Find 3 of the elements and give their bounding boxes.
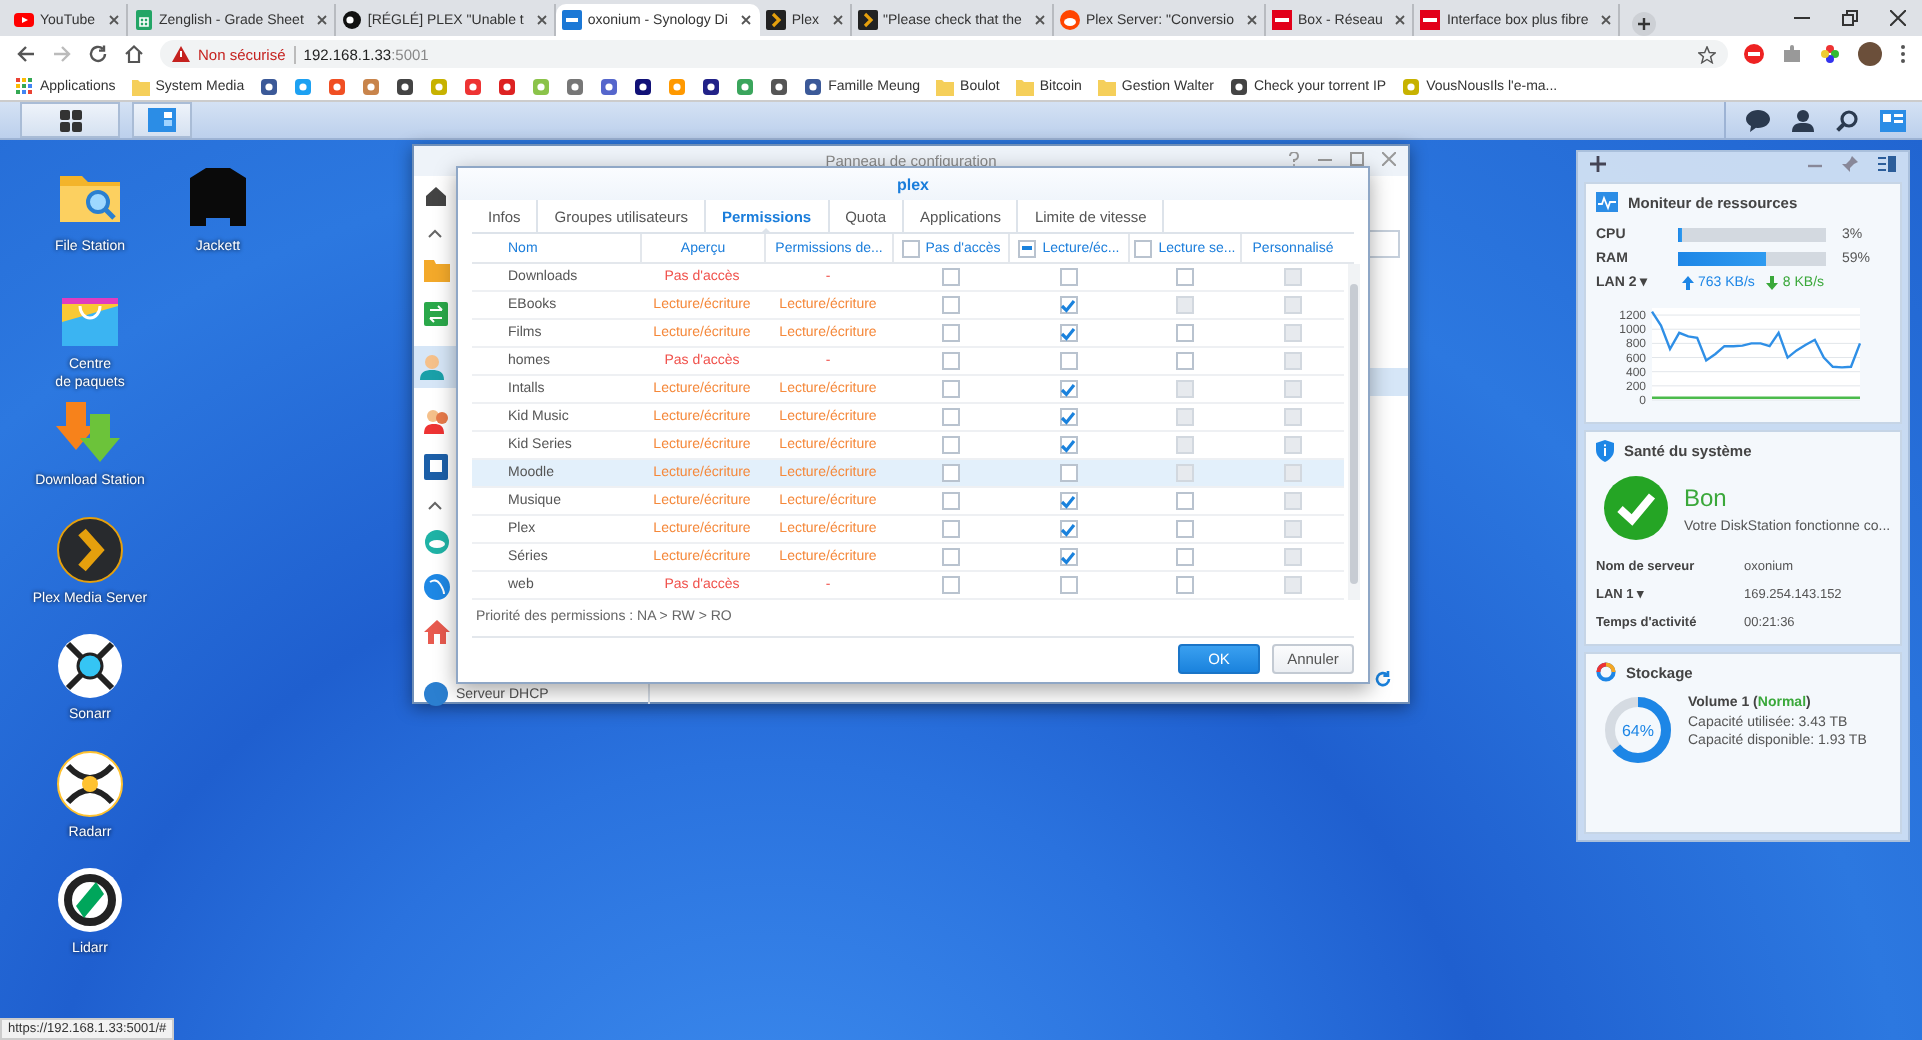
- dialog-title: plex: [896, 175, 929, 193]
- usage-percent: 64%: [1622, 722, 1654, 740]
- health-status: Bon: [1684, 483, 1729, 511]
